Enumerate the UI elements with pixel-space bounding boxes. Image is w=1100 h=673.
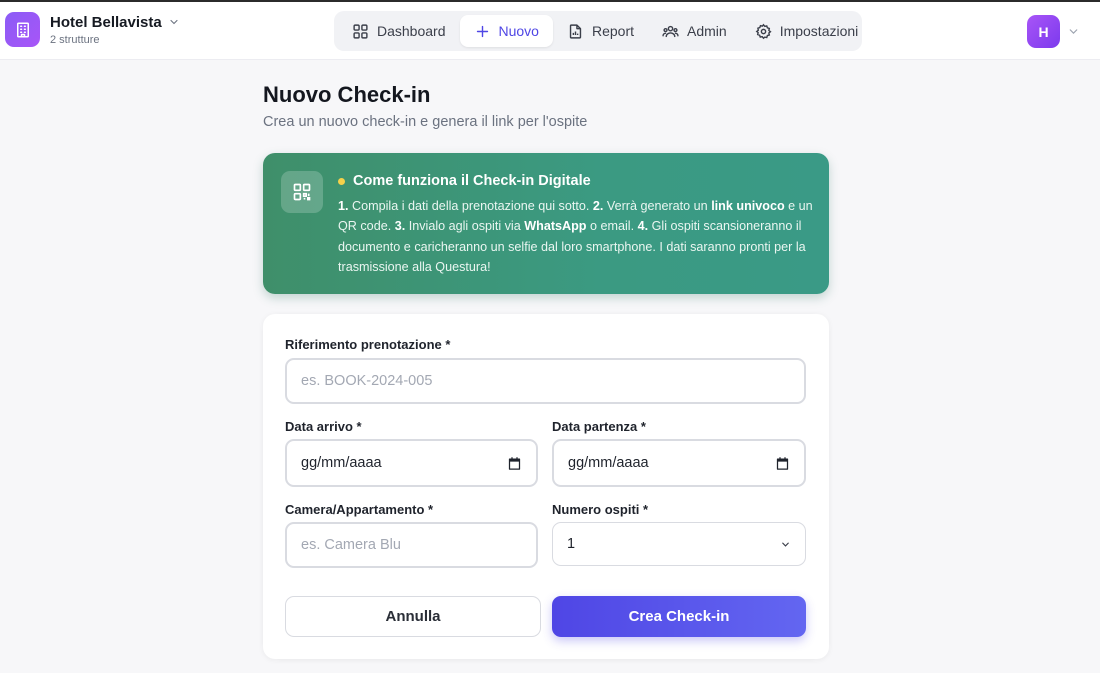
users-icon: [662, 25, 679, 37]
cancel-button[interactable]: Annulla: [285, 596, 541, 637]
info-emphasis: 1.: [338, 199, 349, 213]
status-dot: [338, 177, 345, 185]
hotel-name: Hotel Bellavista: [50, 13, 162, 31]
hotel-switcher[interactable]: Hotel Bellavista 2 strutture: [5, 12, 180, 47]
user-avatar[interactable]: H: [1027, 15, 1060, 48]
guests-label: Numero ospiti *: [552, 502, 649, 517]
gear-icon: [755, 23, 772, 39]
chevron-down-icon[interactable]: [1067, 25, 1080, 38]
create-checkin-button[interactable]: Crea Check-in: [552, 596, 806, 637]
report-icon: [569, 23, 582, 39]
dashboard-icon: [353, 23, 368, 39]
info-text: Compila i dati della prenotazione qui so…: [348, 199, 593, 213]
nav-label: Dashboard: [377, 23, 446, 39]
main-content: Nuovo Check-in Crea un nuovo check-in e …: [263, 82, 829, 659]
qr-code-icon: [281, 171, 323, 213]
room-label: Camera/Appartamento *: [285, 502, 434, 517]
nav-nuovo[interactable]: Nuovo: [459, 15, 553, 47]
booking-label: Riferimento prenotazione *: [285, 337, 451, 352]
nav-admin[interactable]: Admin: [648, 15, 741, 47]
info-emphasis: 2.: [592, 199, 604, 213]
calendar-icon[interactable]: [507, 456, 522, 471]
hotel-subtitle: 2 strutture: [50, 33, 100, 46]
building-icon: [5, 12, 40, 47]
page-title: Nuovo Check-in: [263, 82, 431, 107]
plus-icon: [476, 25, 488, 37]
departure-label: Data partenza *: [552, 419, 646, 434]
page-subtitle: Crea un nuovo check-in e genera il link …: [263, 114, 588, 130]
nav-dashboard[interactable]: Dashboard: [338, 15, 460, 47]
booking-input[interactable]: es. BOOK-2024-005: [285, 358, 806, 404]
submit-label: Crea Check-in: [628, 608, 730, 625]
departure-date-input[interactable]: gg/mm/aaaa: [552, 439, 806, 487]
top-bar: Hotel Bellavista 2 strutture Dashboard N…: [0, 2, 1100, 60]
info-title: Come funziona il Check-in Digitale: [338, 173, 591, 189]
info-title-text: Come funziona il Check-in Digitale: [353, 173, 591, 189]
chevron-down-icon: [170, 19, 178, 25]
booking-placeholder: es. BOOK-2024-005: [301, 373, 433, 389]
nav-label: Impostazioni: [779, 23, 859, 39]
nav-label: Admin: [687, 23, 727, 39]
main-nav: Dashboard Nuovo Report Admin Impostazion…: [334, 11, 862, 51]
cancel-label: Annulla: [385, 608, 441, 625]
guests-select[interactable]: 1: [552, 522, 806, 566]
arrival-date-input[interactable]: gg/mm/aaaa: [285, 439, 538, 487]
chevron-down-icon: [780, 539, 791, 550]
nav-impostazioni[interactable]: Impostazioni: [741, 15, 873, 47]
info-text: Verrà generato un: [603, 199, 712, 213]
checkin-form: Riferimento prenotazione * es. BOOK-2024…: [263, 314, 829, 659]
info-emphasis: WhatsApp: [524, 219, 587, 234]
calendar-icon[interactable]: [775, 456, 790, 471]
avatar-initial: H: [1038, 23, 1049, 40]
departure-value: gg/mm/aaaa: [568, 455, 649, 471]
info-text: o email.: [586, 219, 638, 234]
guests-value: 1: [567, 536, 576, 552]
info-emphasis: 3.: [394, 219, 406, 234]
info-body: 1. Compila i dati della prenotazione qui…: [338, 196, 816, 277]
info-text: Invialo agli ospiti via: [405, 219, 525, 234]
info-banner: Come funziona il Check-in Digitale 1. Co…: [263, 153, 829, 294]
nav-label: Report: [591, 23, 634, 39]
info-emphasis: link univoco: [711, 199, 785, 213]
info-emphasis: 4.: [637, 219, 649, 234]
arrival-value: gg/mm/aaaa: [301, 455, 382, 471]
nav-label: Nuovo: [498, 23, 539, 39]
room-placeholder: es. Camera Blu: [301, 537, 401, 553]
arrival-label: Data arrivo *: [285, 419, 362, 434]
room-input[interactable]: es. Camera Blu: [285, 522, 538, 568]
nav-report[interactable]: Report: [553, 15, 648, 47]
